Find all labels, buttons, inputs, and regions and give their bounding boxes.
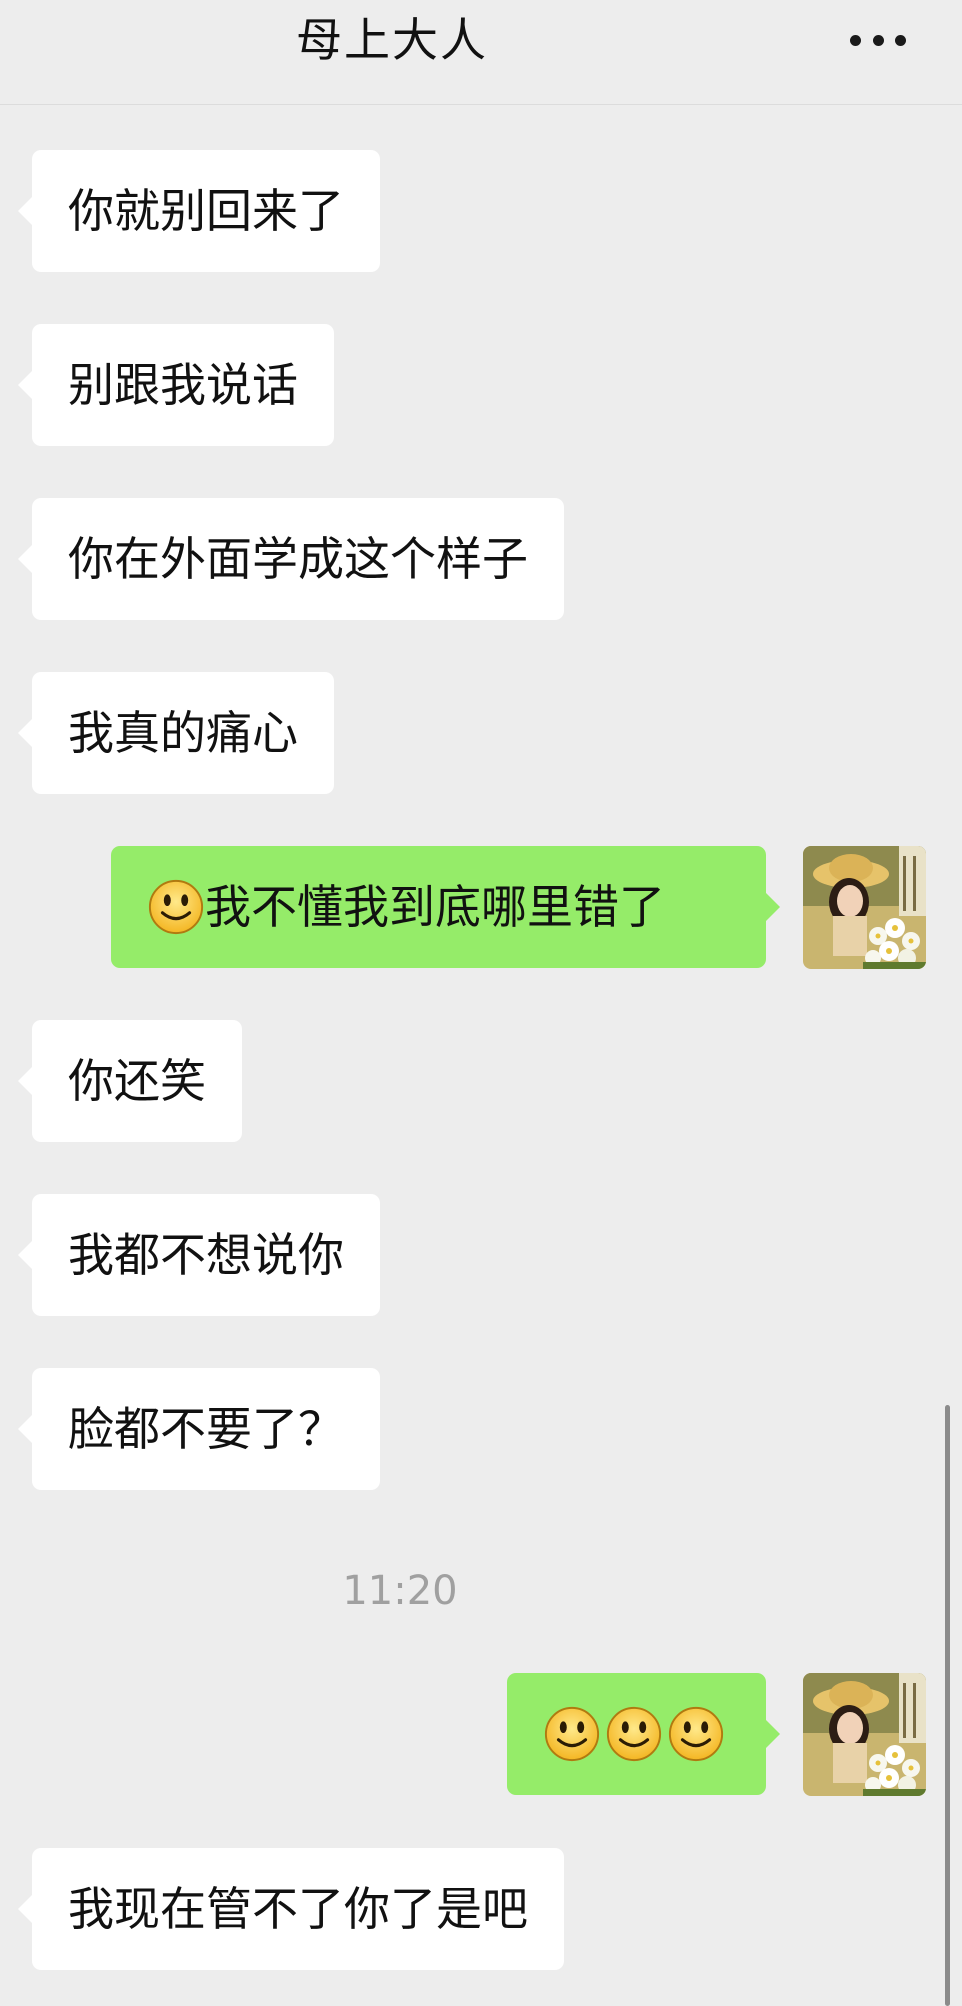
my-avatar[interactable] (803, 846, 926, 969)
incoming-message[interactable]: 我现在管不了你了是吧 (18, 1848, 564, 1970)
my-avatar[interactable] (803, 1673, 926, 1796)
smile-emoji-icon (147, 878, 205, 936)
message-text: 脸都不要了？ (68, 1402, 344, 1456)
outgoing-emoji-message[interactable] (507, 1673, 780, 1795)
message-text: 别跟我说话 (68, 358, 298, 412)
chat-title: 母上大人 (296, 13, 488, 67)
message-text: 你还笑 (68, 1054, 206, 1108)
incoming-message[interactable]: 别跟我说话 (18, 324, 334, 446)
chat-header: 母上大人 (0, 0, 962, 105)
incoming-message[interactable]: 脸都不要了？ (18, 1368, 380, 1490)
smile-emoji-icon (667, 1705, 725, 1763)
incoming-message[interactable]: 你就别回来了 (18, 150, 380, 272)
smile-emoji-icon (543, 1705, 601, 1763)
incoming-message[interactable]: 你在外面学成这个样子 (18, 498, 564, 620)
smile-emoji-icon (605, 1705, 663, 1763)
message-text: 你在外面学成这个样子 (68, 532, 528, 586)
message-text: 你就别回来了 (68, 184, 344, 238)
incoming-message[interactable]: 我真的痛心 (18, 672, 334, 794)
incoming-message[interactable]: 我都不想说你 (18, 1194, 380, 1316)
more-dots-icon[interactable] (850, 30, 906, 50)
avatar-image (803, 846, 926, 969)
message-text: 我真的痛心 (68, 706, 298, 760)
message-text: 我不懂我到底哪里错了 (205, 880, 665, 934)
avatar-image (803, 1673, 926, 1796)
incoming-message[interactable]: 你还笑 (18, 1020, 242, 1142)
message-timestamp: 11:20 (342, 1568, 458, 1614)
scrollbar[interactable] (945, 1405, 950, 2006)
outgoing-message[interactable]: 我不懂我到底哪里错了 (111, 846, 780, 968)
message-text: 我都不想说你 (68, 1228, 344, 1282)
message-text: 我现在管不了你了是吧 (68, 1882, 528, 1936)
